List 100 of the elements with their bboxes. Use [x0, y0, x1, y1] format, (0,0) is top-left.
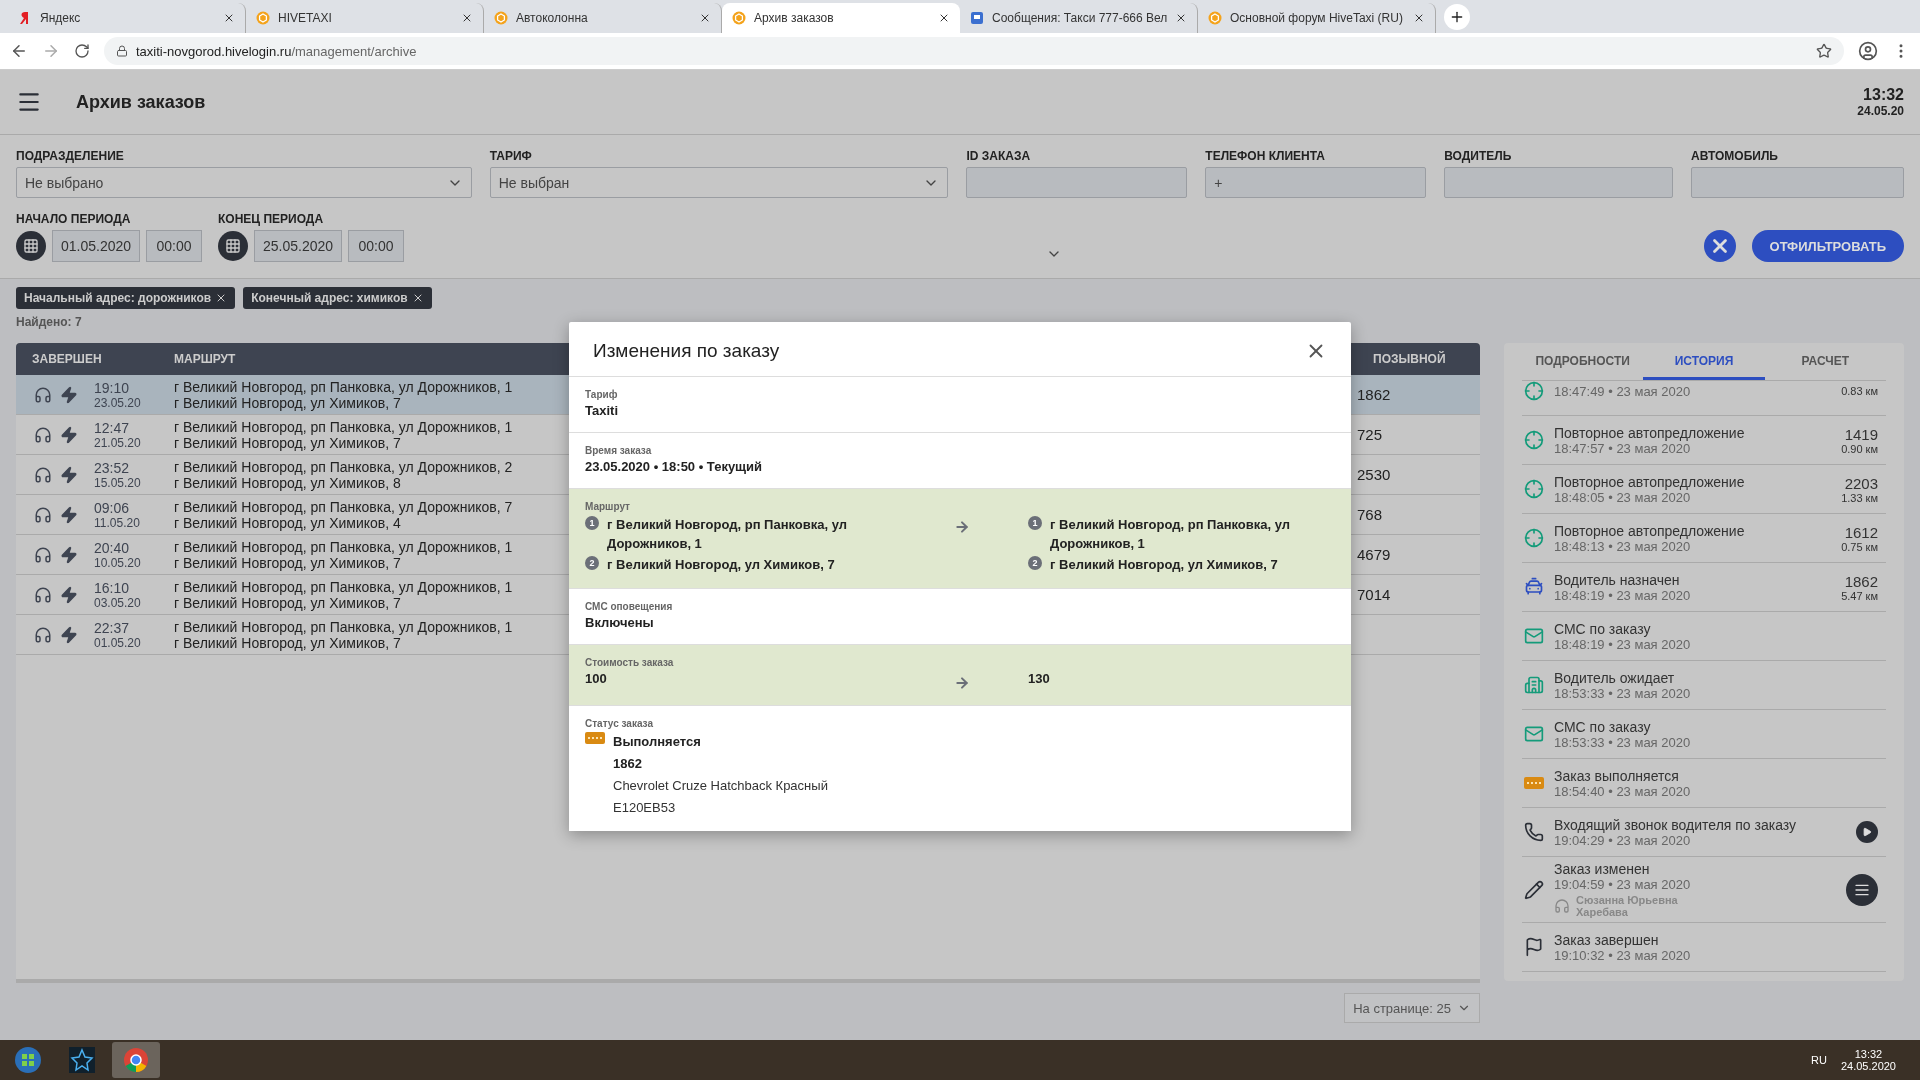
section-label: СМС оповещения: [585, 601, 674, 612]
callsign: 725: [1357, 426, 1384, 443]
tray-time: 13:32: [1854, 1048, 1883, 1060]
event-title: Водитель ожидает: [1554, 669, 1676, 686]
order-time: 22:37: [94, 619, 131, 636]
stop-address: г Великий Новгород, ул Химиков, 7: [1050, 556, 1279, 574]
event-title: Входящий звонок водителя по заказу: [1554, 816, 1798, 833]
event-title: СМС по заказу: [1554, 718, 1652, 735]
order-date: 21.05.20: [94, 435, 141, 450]
route-to: г Великий Новгород, ул Химиков, 7: [174, 434, 401, 451]
clock-date: 24.05.20: [1857, 104, 1904, 118]
field-label: ТАРИФ: [489, 149, 533, 163]
section-label: Время заказа: [585, 445, 653, 456]
driver-callsign: 1862: [613, 755, 643, 773]
order-date: 03.05.20: [94, 595, 141, 610]
clock-time: 13:32: [1863, 86, 1904, 104]
callsign: 1862: [1357, 386, 1392, 403]
route-to: г Великий Новгород, ул Химиков, 7: [174, 394, 401, 411]
event-title: Заказ изменен: [1554, 861, 1651, 877]
order-time: 16:10: [94, 579, 131, 596]
field-label: ВОДИТЕЛЬ: [1444, 149, 1513, 163]
event-time: 19:10:32 • 23 мая 2020: [1554, 947, 1692, 963]
route-to: г Великий Новгород, ул Химиков, 7: [174, 634, 401, 651]
order-time: 09:06: [94, 499, 131, 516]
order-date: 15.05.20: [94, 475, 141, 490]
event-time: 18:47:57 • 23 мая 2020: [1554, 440, 1691, 456]
section-label: Маршрут: [585, 501, 631, 512]
event-time: 18:47:49 • 23 мая 2020: [1554, 383, 1692, 399]
route-to: г Великий Новгород, ул Химиков, 4: [174, 514, 401, 531]
old-value: 100: [585, 671, 608, 686]
route-from: г Великий Новгород, рп Панковка, ул Дорожников, 7: [174, 498, 513, 515]
route-to: г Великий Новгород, ул Химиков, 8: [174, 474, 401, 491]
event-time: 18:48:13 • 23 мая 2020: [1554, 538, 1691, 554]
status-text: Выполняется: [613, 733, 702, 751]
event-time: 18:53:33 • 23 мая 2020: [1554, 734, 1692, 750]
event-distance: 0.90 км: [1841, 442, 1878, 455]
event-callsign: 1419: [1844, 425, 1878, 443]
order-date: 23.05.20: [94, 395, 141, 410]
section-label: Тариф: [585, 389, 619, 400]
order-date: 11.05.20: [94, 515, 140, 530]
field-label: НАЧАЛО ПЕРИОДА: [16, 212, 132, 226]
event-time: 18:53:33 • 23 мая 2020: [1554, 685, 1692, 701]
event-time: 19:04:29 • 23 мая 2020: [1554, 832, 1691, 848]
event-title: Повторное автопредложение: [1554, 424, 1746, 441]
stop-number: 1: [1028, 516, 1042, 530]
section-label: Стоимость заказа: [585, 657, 675, 668]
event-title: Заказ выполняется: [1554, 767, 1680, 784]
section-value: 23.05.2020 • 18:50 • Текущий: [585, 459, 764, 474]
route-from: г Великий Новгород, рп Панковка, ул Дорожников, 1: [174, 378, 513, 395]
callsign: 768: [1357, 506, 1384, 523]
dialog-title: Изменения по заказу: [593, 340, 780, 362]
stop-number: 2: [585, 556, 599, 570]
event-title: Повторное автопредложение: [1554, 522, 1746, 539]
order-time: 12:47: [94, 419, 131, 436]
event-title: СМС по заказу: [1554, 620, 1652, 637]
callsign: 2530: [1357, 466, 1392, 483]
section-value: Taxiti: [585, 403, 619, 418]
section-value: Включены: [585, 615, 655, 630]
event-time: 18:48:05 • 23 мая 2020: [1554, 489, 1691, 505]
operator-name: Сюзанна Юрьевна Харебава: [1576, 894, 1679, 918]
route-from: г Великий Новгород, рп Панковка, ул Дорожников, 1: [174, 618, 513, 635]
route-to: г Великий Новгород, ул Химиков, 7: [174, 594, 401, 611]
field-label: КОНЕЦ ПЕРИОДА: [218, 212, 325, 226]
order-time: 19:10: [94, 379, 131, 396]
stop-number: 2: [1028, 556, 1042, 570]
event-time: 18:54:40 • 23 мая 2020: [1554, 783, 1692, 799]
callsign: 4679: [1357, 546, 1392, 563]
new-value: 130: [1028, 671, 1051, 686]
route-from: г Великий Новгород, рп Панковка, ул Дорожников, 1: [174, 578, 513, 595]
route-from: г Великий Новгород, рп Панковка, ул Дорожников, 1: [174, 538, 513, 555]
found-count: Найдено: 7: [16, 315, 83, 329]
event-distance: 0.83 км: [1841, 385, 1878, 397]
event-time: 18:48:19 • 23 мая 2020: [1554, 636, 1692, 652]
field-label: АВТОМОБИЛЬ: [1691, 149, 1779, 163]
event-callsign: 1612: [1844, 523, 1878, 541]
order-time: 23:52: [94, 459, 131, 476]
section-label: Статус заказа: [585, 718, 654, 729]
car-description: Chevrolet Cruze Hatchback Красный: [613, 777, 828, 795]
event-callsign: 1862: [1844, 572, 1878, 590]
order-date: 10.05.20: [94, 555, 141, 570]
event-title: Водитель назначен: [1554, 571, 1681, 588]
event-title: Заказ завершен: [1554, 931, 1660, 948]
event-time: 18:48:19 • 23 мая 2020: [1554, 587, 1692, 603]
event-time: 19:04:59 • 23 мая 2020: [1554, 877, 1692, 892]
stop-address: г Великий Новгород, ул Химиков, 7: [607, 556, 836, 574]
event-distance: 5.47 км: [1841, 589, 1878, 602]
event-callsign: 2203: [1844, 474, 1878, 492]
route-from: г Великий Новгород, рп Панковка, ул Дорожников, 1: [174, 418, 513, 435]
page-title: Архив заказов: [76, 91, 207, 113]
route-from: г Великий Новгород, рп Панковка, ул Дорожников, 2: [174, 458, 513, 475]
route-to: г Великий Новгород, ул Химиков, 7: [174, 554, 401, 571]
url-text: taxiti-novgorod.hivelogin.ru/management/archive: [136, 43, 417, 59]
event-title: Повторное автопредложение: [1554, 473, 1746, 490]
tray-date: 24.05.2020: [1840, 1060, 1896, 1072]
order-time: 20:40: [94, 539, 131, 556]
event-distance: 1.33 км: [1841, 491, 1878, 504]
event-distance: 0.75 км: [1841, 540, 1878, 553]
stop-number: 1: [585, 516, 599, 530]
car-plate: Е120ЕВ53: [613, 799, 677, 817]
callsign: 7014: [1357, 586, 1392, 603]
